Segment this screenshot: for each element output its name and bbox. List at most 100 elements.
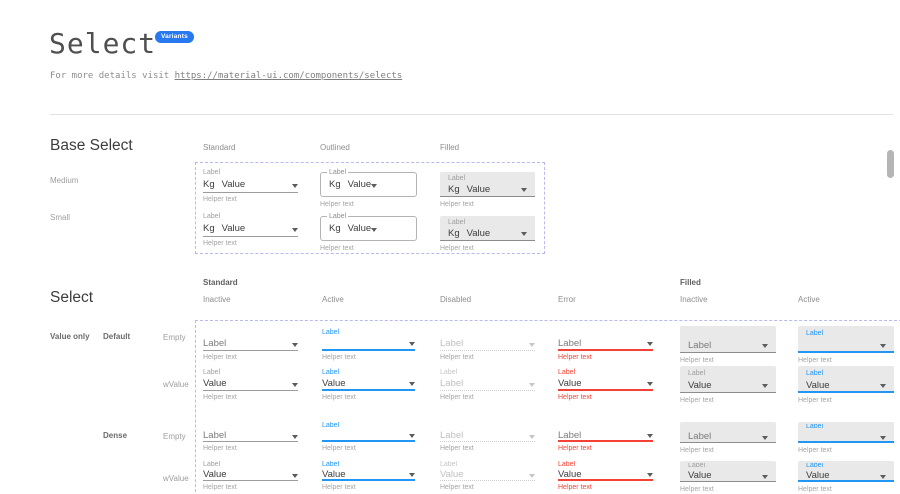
select-standard-inactive-empty: LabelHelper text xyxy=(203,422,298,453)
select-control[interactable]: LabelValue xyxy=(798,366,894,393)
select-value: Label xyxy=(688,431,711,442)
select-control xyxy=(806,431,886,442)
select-standard-inactive-empty: LabelHelper text xyxy=(203,326,298,362)
select-control: Value xyxy=(806,470,886,481)
base-select-outlined-small: LabelKgValueHelper text xyxy=(320,210,417,256)
select-label: Label xyxy=(440,461,457,469)
subtitle-text: For more details visit xyxy=(50,71,175,81)
dropdown-arrow-icon xyxy=(529,343,535,347)
select-control[interactable]: Value xyxy=(203,469,298,481)
select-label: Label xyxy=(448,175,465,183)
scrollbar-thumb[interactable] xyxy=(887,150,894,178)
dropdown-arrow-icon xyxy=(371,228,377,232)
select-control: Label xyxy=(688,431,768,442)
subtitle: For more details visit https://material-… xyxy=(50,71,402,82)
select-label: Label xyxy=(806,370,823,378)
material-ui-link[interactable]: https://material-ui.com/components/selec… xyxy=(175,71,403,81)
select-control[interactable]: Label xyxy=(440,430,535,442)
select-control[interactable]: Label xyxy=(680,422,776,443)
select-control[interactable]: LabelKgValue xyxy=(440,216,535,241)
dropdown-arrow-icon xyxy=(371,184,377,188)
dropdown-arrow-icon xyxy=(292,474,298,478)
adornment: Kg xyxy=(203,223,215,234)
select-standard-active-empty: LabelHelper text xyxy=(322,326,415,362)
select-value: KgValue xyxy=(203,179,245,190)
select-control[interactable]: Label xyxy=(798,326,894,353)
select-control: KgValue xyxy=(448,227,527,239)
base-select-standard-small: LabelKgValueHelper text xyxy=(203,210,298,256)
dropdown-arrow-icon xyxy=(409,434,415,438)
select-value: Value xyxy=(203,469,227,480)
select-value: Label xyxy=(440,378,463,389)
header-divider xyxy=(50,114,893,115)
select-value: Value xyxy=(558,378,582,389)
dropdown-arrow-icon xyxy=(292,383,298,387)
helper-text: Helper text xyxy=(680,486,776,494)
select-control[interactable]: Value xyxy=(322,377,415,391)
helper-text: Helper text xyxy=(440,245,474,253)
select-value: KgValue xyxy=(448,228,490,239)
rowgroup-dense: Dense xyxy=(103,431,127,440)
select-control[interactable]: Label xyxy=(680,326,776,353)
select-control[interactable]: LabelKgValue xyxy=(320,172,417,197)
select-label: Label xyxy=(806,330,823,338)
select-control: Value xyxy=(688,470,768,481)
col-filled-inactive: Inactive xyxy=(680,295,708,304)
select-control: KgValue xyxy=(329,221,377,237)
helper-text: Helper text xyxy=(798,397,894,405)
select-standard-active-wvalue: LabelValueHelper text xyxy=(322,366,415,402)
rowgroup-value-only: Value only xyxy=(50,332,90,341)
base-select-outlined-medium: LabelKgValueHelper text xyxy=(320,166,417,212)
adornment: Kg xyxy=(329,223,341,234)
select-control[interactable]: Label xyxy=(203,337,298,351)
select-control[interactable]: LabelValue xyxy=(798,461,894,482)
select-control[interactable] xyxy=(322,337,415,351)
base-select-heading: Base Select xyxy=(50,137,133,155)
base-col-filled: Filled xyxy=(440,143,459,152)
select-control: KgValue xyxy=(448,183,527,195)
dropdown-arrow-icon xyxy=(292,184,298,188)
adornment: Kg xyxy=(448,184,460,195)
select-control[interactable]: LabelValue xyxy=(680,461,776,482)
select-value: KgValue xyxy=(329,179,371,190)
helper-text: Helper text xyxy=(322,354,415,362)
select-control[interactable]: Label xyxy=(558,337,653,351)
select-filled-active-empty: LabelHelper text xyxy=(798,422,894,455)
select-label: Label xyxy=(203,369,220,377)
select-control[interactable]: Label xyxy=(203,430,298,442)
select-control[interactable]: LabelValue xyxy=(680,366,776,393)
select-control[interactable]: LabelKgValue xyxy=(440,172,535,197)
helper-text: Helper text xyxy=(680,397,776,405)
select-standard-inactive-wvalue: LabelValueHelper text xyxy=(203,366,298,402)
select-heading: Select xyxy=(50,289,93,307)
select-filled-inactive-wvalue: LabelValue Helper text xyxy=(680,366,776,405)
select-value: Value xyxy=(322,469,346,480)
col-standard-error: Error xyxy=(558,295,576,304)
select-label: Label xyxy=(322,422,339,430)
select-control[interactable]: Value xyxy=(440,469,535,481)
select-control[interactable]: Value xyxy=(203,377,298,391)
dropdown-arrow-icon xyxy=(762,384,768,388)
select-control[interactable] xyxy=(322,430,415,442)
select-control[interactable]: Label xyxy=(798,422,894,443)
helper-text: Helper text xyxy=(440,484,535,492)
select-control[interactable]: Label xyxy=(440,377,535,391)
select-label: Label xyxy=(806,463,823,470)
select-control[interactable]: LabelKgValue xyxy=(320,216,417,241)
group-filled: Filled xyxy=(680,278,701,287)
helper-text: Helper text xyxy=(322,484,415,492)
select-frame xyxy=(195,320,900,494)
helper-text: Helper text xyxy=(558,394,653,402)
select-control[interactable]: KgValue xyxy=(203,221,298,237)
select-control[interactable]: Value xyxy=(558,469,653,481)
select-control[interactable]: Value xyxy=(558,377,653,391)
select-value: Label xyxy=(440,430,463,441)
select-control[interactable]: Value xyxy=(322,469,415,481)
select-control[interactable]: Label xyxy=(558,430,653,442)
select-control[interactable]: KgValue xyxy=(203,177,298,193)
variants-badge: Variants xyxy=(155,31,194,43)
helper-text: Helper text xyxy=(203,196,298,204)
select-control[interactable]: Label xyxy=(440,337,535,351)
select-standard-error-wvalue: LabelValueHelper text xyxy=(558,461,653,492)
dropdown-arrow-icon xyxy=(880,384,886,388)
